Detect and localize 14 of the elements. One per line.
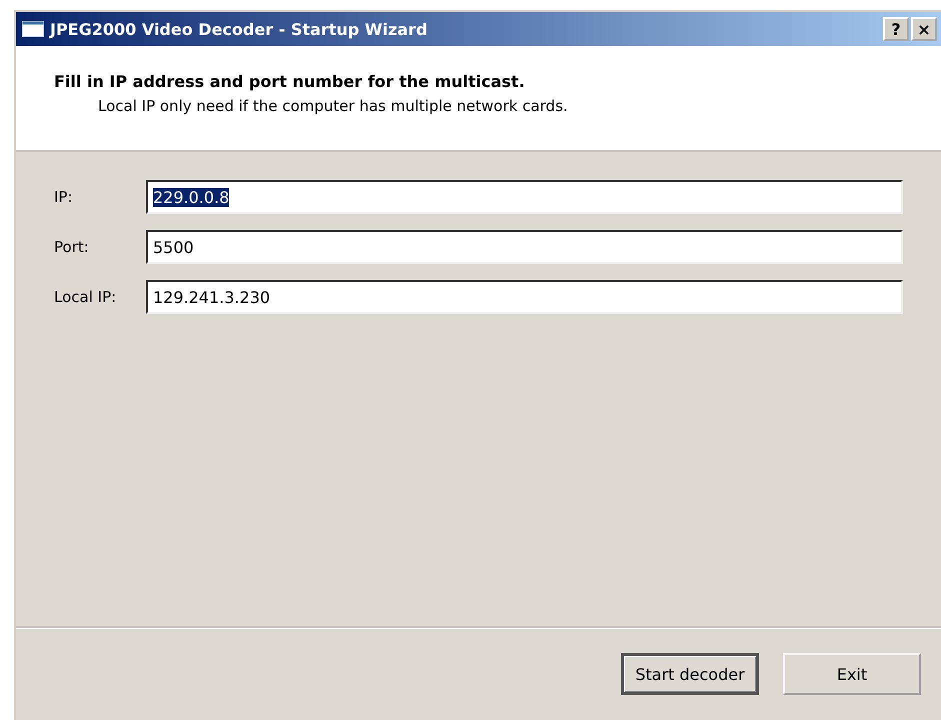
input-field[interactable]: 129.241.3.230 xyxy=(146,280,903,314)
dialog-button[interactable]: Start decoder xyxy=(621,653,759,695)
window-title: JPEG2000 Video Decoder - Startup Wizard xyxy=(50,20,428,38)
field-label: Port: xyxy=(54,238,90,256)
input-field[interactable]: 5500 xyxy=(146,230,903,264)
window-icon xyxy=(22,21,44,37)
field-label: Local IP: xyxy=(54,288,118,306)
input-field[interactable]: 229.0.0.8 xyxy=(146,180,903,214)
header-title: Fill in IP address and port number for the multicast. xyxy=(54,72,526,91)
help-button[interactable]: ? xyxy=(883,17,909,41)
close-button[interactable]: × xyxy=(911,17,937,41)
header-subtitle: Local IP only need if the computer has multiple network cards. xyxy=(97,96,569,115)
dialog-button[interactable]: Exit xyxy=(783,653,921,695)
field-label: IP: xyxy=(54,188,74,206)
